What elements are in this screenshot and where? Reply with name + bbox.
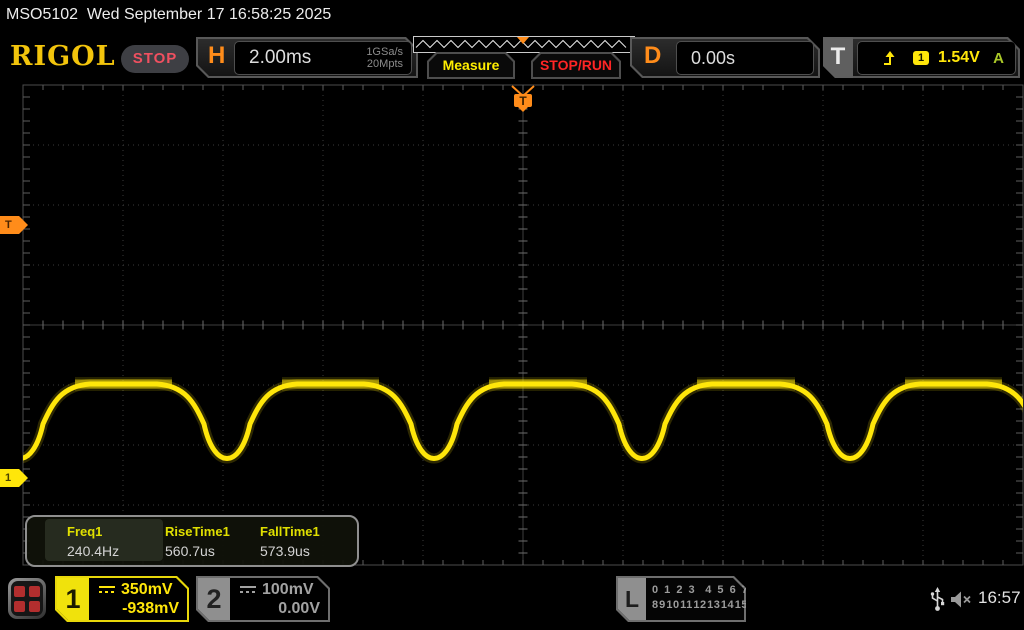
dc-coupling-icon [240,586,256,595]
clock: 16:57 [978,588,1021,607]
usb-icon [930,587,945,611]
channel2-status[interactable]: 2 100mV 0.00V [196,576,330,622]
svg-text:T: T [519,94,527,108]
measurement-name[interactable]: FallTime1 [260,524,320,539]
channel2-values: 100mV 0.00V [232,578,330,618]
measurement-value: 573.9us [260,543,310,559]
window-grid-icon [11,581,43,616]
speaker-muted-icon[interactable] [950,590,974,609]
channel1-offset: -938mV [122,600,179,617]
channel1-number[interactable]: 1 [57,578,89,620]
channel1-status[interactable]: 1 350mV -938mV [55,576,189,622]
multi-window-menu-button[interactable] [8,578,46,619]
logic-analyzer-label[interactable]: L [618,578,646,620]
dc-coupling-icon [99,586,115,595]
measurement-value: 560.7us [165,543,215,559]
channel2-offset: 0.00V [278,600,320,617]
digital-channel-list: 0 1 2 3 4 5 6 7 8 9 10 11 12 13 14 15 [652,583,749,613]
channel2-number[interactable]: 2 [198,578,230,620]
measurement-name[interactable]: Freq1 [67,524,102,539]
measurement-name[interactable]: RiseTime1 [165,524,230,539]
channel1-values: 350mV -938mV [91,578,189,618]
channel1-scale: 350mV [121,581,173,598]
measurement-value: 240.4Hz [67,543,120,559]
logic-analyzer-status[interactable]: L 0 1 2 3 4 5 6 7 8 9 10 11 12 13 14 15 [616,576,746,622]
digital-channels-row1: 0 1 2 3 4 5 6 7 [652,584,750,596]
digital-channels-row2: 8 9 10 11 12 13 14 15 [652,599,748,611]
measurements-panel[interactable]: Freq1 240.4Hz RiseTime1 560.7us FallTime… [25,515,359,567]
channel2-scale: 100mV [262,581,314,598]
oscilloscope-screen: T MSO5102 Wed September 17 16:58:25 2025… [0,0,1024,630]
